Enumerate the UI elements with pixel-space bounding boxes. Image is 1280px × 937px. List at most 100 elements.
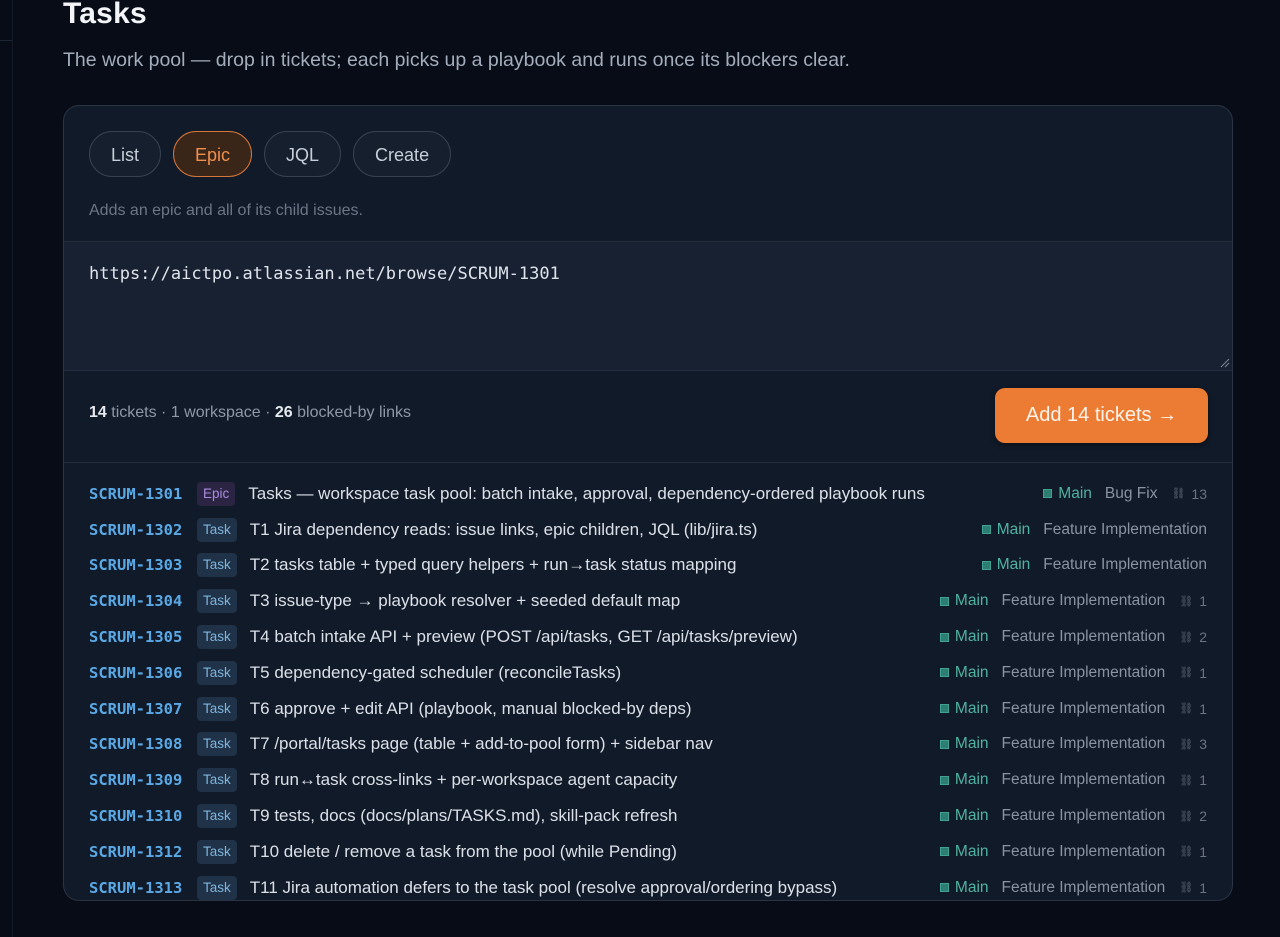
link-icon: ⛓	[1179, 810, 1193, 823]
ticket-meta: Main Feature Implementation ⛓ 2	[939, 807, 1207, 825]
ticket-meta: Main Feature Implementation ⛓ 1	[939, 592, 1207, 610]
ticket-row: SCRUM-1312 Task T10 delete / remove a task…	[64, 834, 1232, 870]
ticket-key-link[interactable]: SCRUM-1310	[89, 807, 197, 825]
blocker-number: 2	[1199, 629, 1207, 646]
square-icon	[981, 560, 991, 570]
ticket-meta: Main Feature Implementation	[981, 521, 1207, 539]
link-icon: ⛓	[1179, 774, 1193, 787]
blocker-count: ⛓ 3	[1179, 736, 1207, 752]
page-title: Tasks	[63, 0, 147, 30]
add-tickets-button[interactable]: Add 14 tickets →	[995, 388, 1208, 443]
ticket-key-link[interactable]: SCRUM-1302	[89, 521, 197, 539]
workspace-name: Main	[954, 842, 989, 860]
mode-hint: Adds an epic and all of its child issues…	[89, 202, 363, 219]
ticket-row: SCRUM-1302 Task T1 Jira dependency reads: …	[64, 512, 1232, 548]
ticket-row: SCRUM-1306 Task T5 dependency-gated schedu…	[64, 655, 1232, 691]
ticket-meta: Main Feature Implementation ⛓ 2	[939, 628, 1207, 646]
ticket-meta: Main Feature Implementation ⛓ 1	[939, 842, 1207, 861]
workspace-name: Main	[954, 699, 989, 717]
ticket-row: SCRUM-1305 Task T4 batch intake API + prev…	[64, 619, 1232, 655]
ticket-preview-list: SCRUM-1301 Epic Tasks — workspace task poo…	[64, 476, 1232, 900]
tab-create[interactable]: Create	[353, 131, 452, 177]
ticket-summary: T1 Jira dependency reads: issue links, e…	[249, 519, 758, 539]
ticket-summary: T4 batch intake API + preview (POST /api…	[249, 627, 798, 647]
ticket-key-link[interactable]: SCRUM-1305	[89, 628, 197, 646]
ticket-summary: T6 approve + edit API (playbook, manual …	[249, 698, 692, 718]
blocker-count: ⛓ 1	[1179, 701, 1207, 717]
ticket-summary: T9 tests, docs (docs/plans/TASKS.md), sk…	[249, 806, 678, 826]
blocker-number: 3	[1199, 736, 1207, 753]
blocker-count: ⛓ 1	[1179, 665, 1207, 681]
playbook-name: Feature Implementation	[1001, 592, 1166, 610]
blocker-count: ⛓ 1	[1179, 593, 1207, 609]
blocker-count: ⛓ 1	[1179, 844, 1207, 860]
workspace-tag: Main	[981, 556, 1031, 574]
workspace-tag: Main	[939, 807, 989, 825]
blocker-count: ⛓ 1	[1179, 772, 1207, 788]
ticket-row: SCRUM-1308 Task T7 /portal/tasks page (tab…	[64, 727, 1232, 763]
blocker-number: 2	[1199, 808, 1207, 825]
blocker-number: 1	[1199, 843, 1207, 860]
workspace-tag: Main	[939, 842, 989, 861]
ticket-key-link[interactable]: SCRUM-1307	[89, 700, 197, 718]
square-icon	[981, 525, 991, 535]
ticket-key-link[interactable]: SCRUM-1301	[89, 485, 197, 503]
square-icon	[1043, 489, 1053, 499]
playbook-name: Feature Implementation	[1001, 807, 1166, 825]
link-icon: ⛓	[1179, 738, 1193, 751]
issue-type-badge: Epic	[197, 481, 236, 506]
link-icon: ⛓	[1179, 882, 1193, 895]
blocker-count: ⛓ 13	[1171, 486, 1207, 502]
workspace-name: Main	[996, 556, 1031, 574]
ticket-key-link[interactable]: SCRUM-1304	[89, 592, 197, 610]
ticket-summary: T5 dependency-gated scheduler (reconcile…	[249, 662, 622, 682]
left-rail-stub	[0, 0, 12, 41]
add-to-pool-card: List Epic JQL Create Adds an epic and al…	[63, 105, 1233, 901]
playbook-name: Feature Implementation	[1001, 771, 1166, 789]
blocker-number: 1	[1199, 700, 1207, 717]
playbook-name: Bug Fix	[1104, 484, 1158, 502]
workspace-count: 1 workspace	[170, 404, 261, 421]
ticket-key-link[interactable]: SCRUM-1306	[89, 664, 197, 682]
square-icon	[939, 811, 949, 821]
tab-epic[interactable]: Epic	[173, 131, 253, 177]
blocker-count: ⛓ 2	[1179, 808, 1207, 824]
ticket-key-link[interactable]: SCRUM-1309	[89, 771, 197, 789]
ticket-row: SCRUM-1309 Task T8 run↔task cross-links + …	[64, 762, 1232, 798]
workspace-name: Main	[954, 628, 989, 646]
epic-url-area	[64, 241, 1232, 371]
ticket-meta: Main Feature Implementation	[981, 556, 1207, 574]
links-label: blocked-by links	[297, 404, 411, 421]
playbook-name: Feature Implementation	[1001, 628, 1166, 646]
ticket-summary: Tasks — workspace task pool: batch intak…	[248, 483, 925, 503]
ticket-key-link[interactable]: SCRUM-1312	[89, 843, 197, 861]
resize-grip-icon[interactable]	[1218, 356, 1230, 368]
ticket-summary: T10 delete / remove a task from the pool…	[249, 841, 677, 861]
link-icon: ⛓	[1179, 846, 1193, 859]
ticket-summary: T2 tasks table + typed query helpers + r…	[249, 555, 737, 575]
tab-list[interactable]: List	[89, 131, 162, 177]
tab-jql[interactable]: JQL	[264, 131, 342, 177]
blocker-count: ⛓ 2	[1179, 629, 1207, 645]
ticket-key-link[interactable]: SCRUM-1308	[89, 735, 197, 753]
square-icon	[939, 775, 949, 785]
workspace-name: Main	[954, 592, 989, 610]
playbook-name: Feature Implementation	[1001, 842, 1166, 860]
workspace-tag: Main	[939, 735, 989, 753]
page-subtitle: The work pool — drop in tickets; each pi…	[63, 49, 850, 71]
workspace-name: Main	[954, 735, 989, 753]
workspace-tag: Main	[1043, 485, 1092, 503]
ticket-summary: T11 Jira automation defers to the task p…	[249, 877, 838, 897]
ticket-summary: T3 issue-type → playbook resolver + seed…	[249, 591, 681, 611]
summary-separator: ·	[265, 404, 271, 421]
epic-url-input[interactable]	[64, 242, 1232, 370]
workspace-name: Main	[954, 663, 989, 681]
issue-type-badge: Task	[197, 589, 237, 614]
ticket-row: SCRUM-1310 Task T9 tests, docs (docs/plans…	[64, 798, 1232, 834]
ticket-key-link[interactable]: SCRUM-1303	[89, 556, 197, 574]
square-icon	[939, 847, 949, 857]
ticket-key-link[interactable]: SCRUM-1313	[89, 879, 197, 897]
link-icon: ⛓	[1179, 703, 1193, 716]
ticket-summary: T8 run↔task cross-links + per-workspace …	[249, 770, 678, 790]
playbook-name: Feature Implementation	[1043, 556, 1207, 574]
